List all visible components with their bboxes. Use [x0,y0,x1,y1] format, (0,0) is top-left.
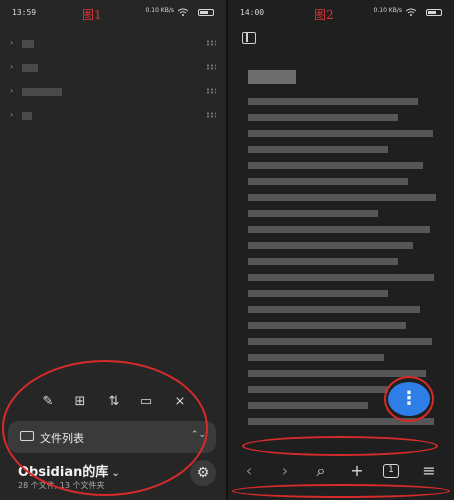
drag-handle-icon[interactable] [206,112,216,118]
redacted-text [248,274,434,281]
file-row[interactable]: › [10,86,216,98]
bottom-navigation: ‹ › ⌕ + 1 ≡ [228,460,454,484]
screenshot-composite: 13:59 0.10 KB/s 图1 › › › › ✎ ⊞ ⇅ ▭ ⨯ 文件列… [0,0,454,500]
redacted-text [248,146,388,153]
file-row[interactable]: › [10,110,216,122]
annotation-label: 图1 [82,8,102,22]
left-screen: 13:59 0.10 KB/s 图1 › › › › ✎ ⊞ ⇅ ▭ ⨯ 文件列… [0,0,226,500]
drag-handle-icon[interactable] [206,40,216,46]
chevron-right-icon: › [10,38,14,47]
annotation-label: 图2 [314,8,334,22]
redacted-text [248,130,433,137]
chevron-right-icon: › [10,62,14,71]
redacted-text [248,386,388,393]
drag-handle-icon[interactable] [206,64,216,70]
redacted-text [248,290,388,297]
more-options-button[interactable]: ⋮ [388,382,430,416]
gear-icon: ⚙ [196,465,210,481]
redacted-text [248,194,436,201]
sidebar-toggle-icon[interactable] [242,32,256,44]
annotation-circle [242,436,438,456]
annotation-circle [2,360,208,496]
network-speed: 0.10 KB/s [145,7,174,14]
back-icon[interactable]: ‹ [238,460,260,482]
forward-icon[interactable]: › [274,460,296,482]
redacted-text [248,402,368,409]
annotation-circle [232,484,450,498]
redacted-text [22,112,32,120]
redacted-text [22,64,38,72]
chevron-right-icon: › [10,86,14,95]
wifi-icon [178,8,188,16]
drag-handle-icon[interactable] [206,88,216,94]
wifi-icon [406,8,416,16]
redacted-text [248,178,408,185]
redacted-text [248,114,398,121]
plus-icon[interactable]: + [346,460,368,482]
redacted-text [22,88,62,96]
tab-count-button[interactable]: 1 [383,464,399,478]
right-screen: 14:00 0.10 KB/s 图2 ⋮ ‹ › ⌕ + 1 ≡ [228,0,454,500]
redacted-text [248,162,423,169]
redacted-text [248,370,426,377]
redacted-text [248,258,398,265]
network-speed: 0.10 KB/s [373,7,402,14]
search-icon[interactable]: ⌕ [310,460,332,482]
redacted-text [248,210,378,217]
redacted-title [248,70,296,84]
status-bar: 14:00 0.10 KB/s [240,8,442,20]
file-row[interactable]: › [10,38,216,50]
status-time: 13:59 [12,8,37,17]
settings-button[interactable]: ⚙ [190,460,216,486]
redacted-text [248,306,420,313]
file-row[interactable]: › [10,62,216,74]
redacted-text [248,354,384,361]
redacted-text [248,322,406,329]
redacted-text [248,338,432,345]
redacted-text [248,98,418,105]
redacted-text [248,226,430,233]
status-time: 14:00 [240,8,265,17]
chevron-right-icon: › [10,110,14,119]
redacted-text [22,40,34,48]
redacted-text [248,242,413,249]
menu-icon[interactable]: ≡ [418,460,440,482]
battery-icon [426,9,442,16]
battery-icon [198,9,214,16]
status-bar: 13:59 0.10 KB/s [12,8,214,20]
